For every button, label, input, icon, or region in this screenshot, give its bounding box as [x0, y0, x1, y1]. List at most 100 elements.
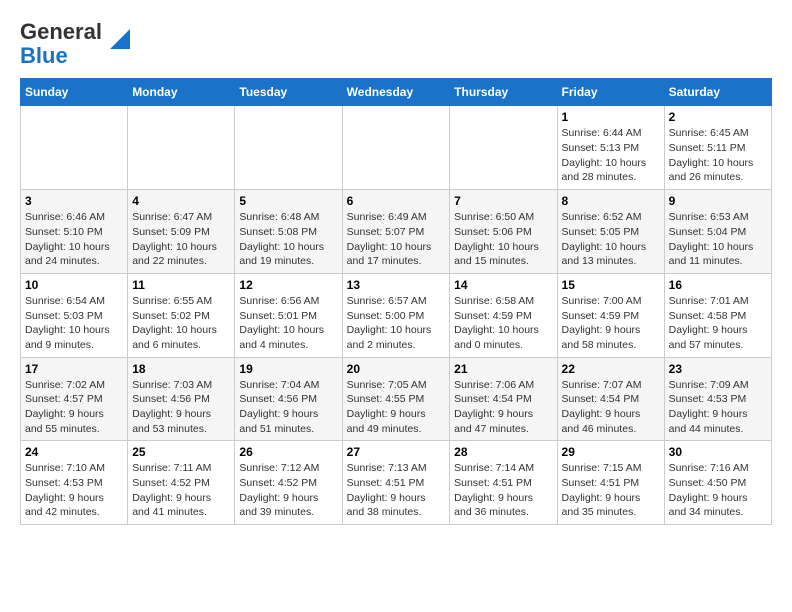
day-number: 11	[132, 278, 230, 292]
logo-container: General Blue	[20, 20, 134, 68]
calendar-cell: 2 Sunrise: 6:45 AM Sunset: 5:11 PM Daylig…	[664, 106, 771, 190]
day-number: 28	[454, 445, 552, 459]
day-number: 27	[347, 445, 446, 459]
calendar-cell: 22 Sunrise: 7:07 AM Sunset: 4:54 PM Dayli…	[557, 357, 664, 441]
calendar-cell: 10Sunrise: 6:54 AM Sunset: 5:03 PM Dayli…	[21, 273, 128, 357]
day-info: Sunrise: 6:55 AM Sunset: 5:02 PM Dayligh…	[132, 294, 230, 353]
day-info: Sunrise: 6:46 AM Sunset: 5:10 PM Dayligh…	[25, 210, 123, 269]
logo-triangle-icon	[106, 25, 134, 53]
day-number: 24	[25, 445, 123, 459]
day-info: Sunrise: 7:02 AM Sunset: 4:57 PM Dayligh…	[25, 378, 123, 437]
calendar-cell	[342, 106, 450, 190]
calendar-cell: 19Sunrise: 7:04 AM Sunset: 4:56 PM Dayli…	[235, 357, 342, 441]
calendar-cell: 26 Sunrise: 7:12 AM Sunset: 4:52 PM Dayli…	[235, 441, 342, 525]
calendar-cell	[235, 106, 342, 190]
day-info: Sunrise: 6:56 AM Sunset: 5:01 PM Dayligh…	[239, 294, 337, 353]
day-info: Sunrise: 6:47 AM Sunset: 5:09 PM Dayligh…	[132, 210, 230, 269]
day-info: Sunrise: 6:49 AM Sunset: 5:07 PM Dayligh…	[347, 210, 446, 269]
calendar-cell: 21Sunrise: 7:06 AM Sunset: 4:54 PM Dayli…	[450, 357, 557, 441]
day-info: Sunrise: 7:16 AM Sunset: 4:50 PM Dayligh…	[669, 461, 767, 520]
week-row-2: 3 Sunrise: 6:46 AM Sunset: 5:10 PM Daylig…	[21, 190, 772, 274]
weekday-header-sunday: Sunday	[21, 79, 128, 106]
day-info: Sunrise: 6:53 AM Sunset: 5:04 PM Dayligh…	[669, 210, 767, 269]
calendar-cell: 5Sunrise: 6:48 AM Sunset: 5:08 PM Daylig…	[235, 190, 342, 274]
day-number: 9	[669, 194, 767, 208]
day-info: Sunrise: 6:44 AM Sunset: 5:13 PM Dayligh…	[562, 126, 660, 185]
calendar-cell: 12 Sunrise: 6:56 AM Sunset: 5:01 PM Dayli…	[235, 273, 342, 357]
calendar-cell: 14 Sunrise: 6:58 AM Sunset: 4:59 PM Dayli…	[450, 273, 557, 357]
calendar-cell: 18Sunrise: 7:03 AM Sunset: 4:56 PM Dayli…	[128, 357, 235, 441]
day-info: Sunrise: 7:11 AM Sunset: 4:52 PM Dayligh…	[132, 461, 230, 520]
week-row-5: 24 Sunrise: 7:10 AM Sunset: 4:53 PM Dayli…	[21, 441, 772, 525]
week-row-1: 1 Sunrise: 6:44 AM Sunset: 5:13 PM Daylig…	[21, 106, 772, 190]
day-info: Sunrise: 6:57 AM Sunset: 5:00 PM Dayligh…	[347, 294, 446, 353]
calendar-cell	[128, 106, 235, 190]
day-number: 22	[562, 362, 660, 376]
day-info: Sunrise: 6:54 AM Sunset: 5:03 PM Dayligh…	[25, 294, 123, 353]
weekday-header-monday: Monday	[128, 79, 235, 106]
day-number: 21	[454, 362, 552, 376]
week-row-3: 10Sunrise: 6:54 AM Sunset: 5:03 PM Dayli…	[21, 273, 772, 357]
day-info: Sunrise: 7:00 AM Sunset: 4:59 PM Dayligh…	[562, 294, 660, 353]
day-number: 14	[454, 278, 552, 292]
calendar-table: SundayMondayTuesdayWednesdayThursdayFrid…	[20, 78, 772, 525]
calendar-cell: 3 Sunrise: 6:46 AM Sunset: 5:10 PM Daylig…	[21, 190, 128, 274]
logo-general-text: General	[20, 20, 102, 44]
weekday-header-row: SundayMondayTuesdayWednesdayThursdayFrid…	[21, 79, 772, 106]
day-info: Sunrise: 6:50 AM Sunset: 5:06 PM Dayligh…	[454, 210, 552, 269]
day-info: Sunrise: 7:05 AM Sunset: 4:55 PM Dayligh…	[347, 378, 446, 437]
day-info: Sunrise: 6:52 AM Sunset: 5:05 PM Dayligh…	[562, 210, 660, 269]
calendar-cell: 27 Sunrise: 7:13 AM Sunset: 4:51 PM Dayli…	[342, 441, 450, 525]
calendar-cell: 16 Sunrise: 7:01 AM Sunset: 4:58 PM Dayli…	[664, 273, 771, 357]
calendar-cell: 15Sunrise: 7:00 AM Sunset: 4:59 PM Dayli…	[557, 273, 664, 357]
day-info: Sunrise: 7:14 AM Sunset: 4:51 PM Dayligh…	[454, 461, 552, 520]
calendar-cell: 23 Sunrise: 7:09 AM Sunset: 4:53 PM Dayli…	[664, 357, 771, 441]
day-info: Sunrise: 7:01 AM Sunset: 4:58 PM Dayligh…	[669, 294, 767, 353]
day-number: 25	[132, 445, 230, 459]
day-number: 16	[669, 278, 767, 292]
day-number: 23	[669, 362, 767, 376]
calendar-cell	[21, 106, 128, 190]
weekday-header-tuesday: Tuesday	[235, 79, 342, 106]
week-row-4: 17Sunrise: 7:02 AM Sunset: 4:57 PM Dayli…	[21, 357, 772, 441]
day-info: Sunrise: 7:09 AM Sunset: 4:53 PM Dayligh…	[669, 378, 767, 437]
calendar-cell: 8 Sunrise: 6:52 AM Sunset: 5:05 PM Daylig…	[557, 190, 664, 274]
day-number: 13	[347, 278, 446, 292]
day-number: 29	[562, 445, 660, 459]
logo-text-block: General Blue	[20, 20, 102, 68]
day-info: Sunrise: 7:13 AM Sunset: 4:51 PM Dayligh…	[347, 461, 446, 520]
calendar-cell: 9 Sunrise: 6:53 AM Sunset: 5:04 PM Daylig…	[664, 190, 771, 274]
day-info: Sunrise: 7:07 AM Sunset: 4:54 PM Dayligh…	[562, 378, 660, 437]
calendar-cell: 1 Sunrise: 6:44 AM Sunset: 5:13 PM Daylig…	[557, 106, 664, 190]
calendar-cell: 24 Sunrise: 7:10 AM Sunset: 4:53 PM Dayli…	[21, 441, 128, 525]
day-info: Sunrise: 7:03 AM Sunset: 4:56 PM Dayligh…	[132, 378, 230, 437]
day-number: 5	[239, 194, 337, 208]
calendar-cell: 25 Sunrise: 7:11 AM Sunset: 4:52 PM Dayli…	[128, 441, 235, 525]
weekday-header-thursday: Thursday	[450, 79, 557, 106]
weekday-header-saturday: Saturday	[664, 79, 771, 106]
day-info: Sunrise: 7:12 AM Sunset: 4:52 PM Dayligh…	[239, 461, 337, 520]
weekday-header-friday: Friday	[557, 79, 664, 106]
day-number: 1	[562, 110, 660, 124]
day-number: 4	[132, 194, 230, 208]
weekday-header-wednesday: Wednesday	[342, 79, 450, 106]
day-number: 12	[239, 278, 337, 292]
calendar-cell: 11 Sunrise: 6:55 AM Sunset: 5:02 PM Dayli…	[128, 273, 235, 357]
day-info: Sunrise: 7:04 AM Sunset: 4:56 PM Dayligh…	[239, 378, 337, 437]
calendar-cell: 20 Sunrise: 7:05 AM Sunset: 4:55 PM Dayli…	[342, 357, 450, 441]
calendar-cell: 4 Sunrise: 6:47 AM Sunset: 5:09 PM Daylig…	[128, 190, 235, 274]
day-info: Sunrise: 6:45 AM Sunset: 5:11 PM Dayligh…	[669, 126, 767, 185]
calendar-cell	[450, 106, 557, 190]
day-info: Sunrise: 6:58 AM Sunset: 4:59 PM Dayligh…	[454, 294, 552, 353]
day-number: 2	[669, 110, 767, 124]
calendar-cell: 28 Sunrise: 7:14 AM Sunset: 4:51 PM Dayli…	[450, 441, 557, 525]
day-number: 20	[347, 362, 446, 376]
day-number: 26	[239, 445, 337, 459]
calendar-cell: 17Sunrise: 7:02 AM Sunset: 4:57 PM Dayli…	[21, 357, 128, 441]
day-number: 30	[669, 445, 767, 459]
day-number: 6	[347, 194, 446, 208]
day-info: Sunrise: 7:10 AM Sunset: 4:53 PM Dayligh…	[25, 461, 123, 520]
day-number: 8	[562, 194, 660, 208]
logo: General Blue	[20, 20, 134, 68]
day-number: 3	[25, 194, 123, 208]
